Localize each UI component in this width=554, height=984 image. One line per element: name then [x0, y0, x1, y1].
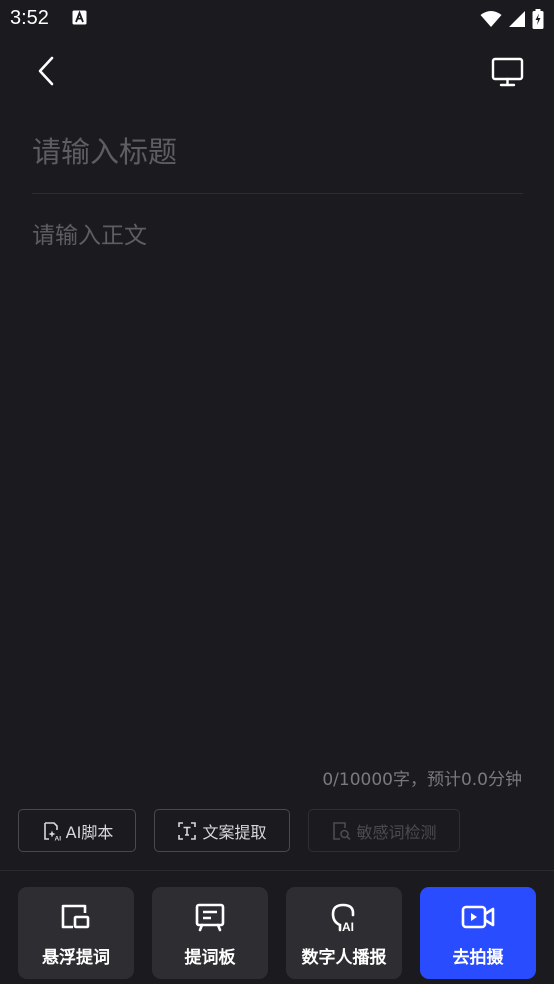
- word-count: 0/10000字，预计0.0分钟: [322, 770, 522, 790]
- action-bar: 悬浮提词 提词板 AI 数字人播报 去拍摄: [0, 887, 554, 979]
- a-accessibility-icon: [72, 10, 87, 25]
- video-camera-icon: [460, 899, 496, 935]
- back-button[interactable]: [32, 54, 60, 88]
- monitor-icon: [491, 57, 524, 87]
- digital-human-icon: AI: [326, 899, 362, 935]
- prompt-board-label: 提词板: [184, 947, 236, 968]
- sensitive-check-icon: [333, 821, 352, 840]
- title-input[interactable]: [32, 128, 522, 176]
- title-divider: [32, 193, 523, 194]
- floating-prompt-button[interactable]: 悬浮提词: [18, 887, 134, 979]
- status-indicators: [480, 9, 544, 29]
- chevron-left-icon: [38, 56, 54, 86]
- digital-human-button[interactable]: AI 数字人播报: [286, 887, 402, 979]
- sensitive-check-label: 敏感词检测: [356, 822, 437, 842]
- floating-prompt-icon: [58, 899, 94, 935]
- floating-prompt-label: 悬浮提词: [42, 947, 110, 968]
- go-shoot-label: 去拍摄: [452, 947, 504, 968]
- svg-text:AI: AI: [54, 835, 61, 841]
- ai-script-button[interactable]: AI AI脚本: [18, 809, 136, 852]
- status-bar: 3:52: [0, 0, 554, 38]
- text-extract-label: 文案提取: [202, 822, 267, 842]
- body-textarea[interactable]: [32, 218, 522, 748]
- ai-script-label: AI脚本: [65, 822, 114, 842]
- signal-icon: [509, 11, 525, 27]
- prompt-board-icon: [192, 899, 228, 935]
- battery-charging-icon: [532, 9, 544, 29]
- text-extract-icon: [178, 821, 197, 840]
- sensitive-check-button[interactable]: 敏感词检测: [308, 809, 460, 852]
- wifi-icon: [480, 11, 502, 27]
- ai-script-icon: AI: [43, 821, 61, 841]
- status-time: 3:52: [10, 7, 49, 29]
- monitor-button[interactable]: [490, 56, 526, 88]
- prompt-board-button[interactable]: 提词板: [152, 887, 268, 979]
- digital-human-label: 数字人播报: [301, 947, 387, 968]
- bottom-divider: [0, 870, 554, 871]
- text-extract-button[interactable]: 文案提取: [154, 809, 290, 852]
- go-shoot-button[interactable]: 去拍摄: [420, 887, 536, 979]
- svg-text:AI: AI: [342, 920, 354, 933]
